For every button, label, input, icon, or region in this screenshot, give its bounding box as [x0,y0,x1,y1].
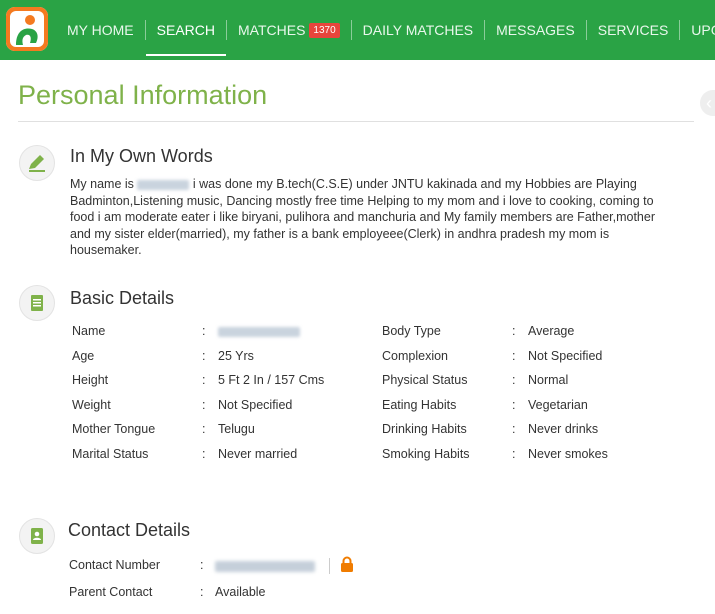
blurred-name [137,179,190,190]
top-navigation-bar: MY HOME SEARCH MATCHES 1370 DAILY MATCHES… [0,0,715,60]
detail-row: Age:25 Yrs Complexion: Not Specified [72,349,608,374]
detail-colon: : [200,585,204,599]
parent-contact-value: Available [215,585,266,599]
nav-search[interactable]: SEARCH [145,0,227,60]
main-nav: MY HOME SEARCH MATCHES 1370 DAILY MATCHES… [56,0,715,60]
nav-services[interactable]: SERVICES [587,0,680,60]
detail-row: Weight: Not Specified Eating Habits: Vegeta… [72,398,608,423]
nav-daily-matches-label: DAILY MATCHES [362,22,474,38]
detail-label: Complexion [382,348,449,363]
detail-row: Name: Body Type: Average [72,324,608,349]
detail-colon: : [202,373,206,387]
detail-label: Physical Status [382,373,468,387]
site-logo[interactable] [6,7,48,51]
nav-search-label: SEARCH [156,22,215,38]
parent-contact-label: Parent Contact [69,585,153,599]
detail-value: Never drinks [528,422,599,436]
own-words-text: My name is i was done my B.tech(C.S.E) u… [70,176,660,259]
bio-prefix: My name is [70,177,134,191]
lock-icon[interactable] [340,556,354,576]
page-title: Personal Information [18,80,268,110]
detail-value: 5 Ft 2 In / 157 Cms [218,373,325,387]
basic-details-table: Name: Body Type: Average Age:25 Yrs Complex… [72,324,608,471]
detail-colon: : [512,446,516,461]
contact-details: Contact Number: Parent Contact: Available [69,556,354,614]
detail-label: Smoking Habits [382,446,470,461]
contact-details-title: Contact Details [68,520,191,540]
detail-value: Telugu [218,422,255,436]
nav-messages-label: MESSAGES [496,22,575,38]
nav-upgrade[interactable]: UPGRA [680,0,715,60]
detail-label: Body Type [382,324,441,338]
detail-label: Eating Habits [382,397,457,412]
detail-label: Marital Status [72,446,149,461]
detail-colon: : [202,446,206,461]
detail-label: Height [72,373,109,387]
document-list-icon [19,285,55,321]
detail-value: Not Specified [528,348,603,363]
detail-row: Mother Tongue: Telugu Drinking Habits: Neve… [72,422,608,447]
blurred-full-name [218,326,300,337]
detail-value: Vegetarian [528,397,588,412]
detail-label: Weight [72,397,111,412]
nav-my-home[interactable]: MY HOME [56,0,145,60]
detail-value: Never smokes [528,446,608,461]
detail-label: Mother Tongue [72,422,156,436]
address-book-icon [19,518,55,554]
detail-label: Age [72,348,95,363]
detail-colon: : [202,324,206,338]
detail-colon: : [202,397,206,412]
nav-messages[interactable]: MESSAGES [485,0,586,60]
detail-value: Not Specified [218,397,293,412]
title-divider [18,121,694,122]
nav-services-label: SERVICES [597,22,669,38]
detail-row: Marital Status: Never married Smoking Habi… [72,447,608,472]
nav-matches[interactable]: MATCHES 1370 [227,0,351,60]
detail-colon: : [512,324,516,338]
blurred-phone-number [215,560,315,572]
detail-value: Average [528,324,575,338]
detail-row: Height:5 Ft 2 In / 157 Cms Physical Statu… [72,373,608,398]
detail-colon: : [512,373,516,387]
detail-colon: : [202,348,206,363]
detail-label: Drinking Habits [382,422,467,436]
detail-colon: : [200,558,204,573]
matches-count-badge: 1370 [309,22,340,38]
divider [329,558,330,574]
own-words-title: In My Own Words [70,146,213,166]
nav-my-home-label: MY HOME [67,22,134,38]
detail-colon: : [512,422,516,436]
detail-colon: : [512,348,516,363]
detail-value: Normal [528,373,569,387]
nav-matches-label: MATCHES [238,22,306,38]
contact-number-label: Contact Number [69,558,161,573]
detail-colon: : [512,397,516,412]
nav-upgrade-label: UPGRA [691,22,715,38]
detail-value: 25 Yrs [218,348,254,363]
name-value [218,324,382,338]
nav-daily-matches[interactable]: DAILY MATCHES [352,0,484,60]
detail-value: Never married [218,446,298,461]
contact-number-row: Contact Number: [69,556,354,585]
basic-details-title: Basic Details [70,288,175,308]
detail-colon: : [202,422,206,436]
pen-write-icon [19,145,55,181]
side-arrow-tab-icon[interactable]: ‹ [700,90,715,116]
detail-label: Name [72,324,106,338]
